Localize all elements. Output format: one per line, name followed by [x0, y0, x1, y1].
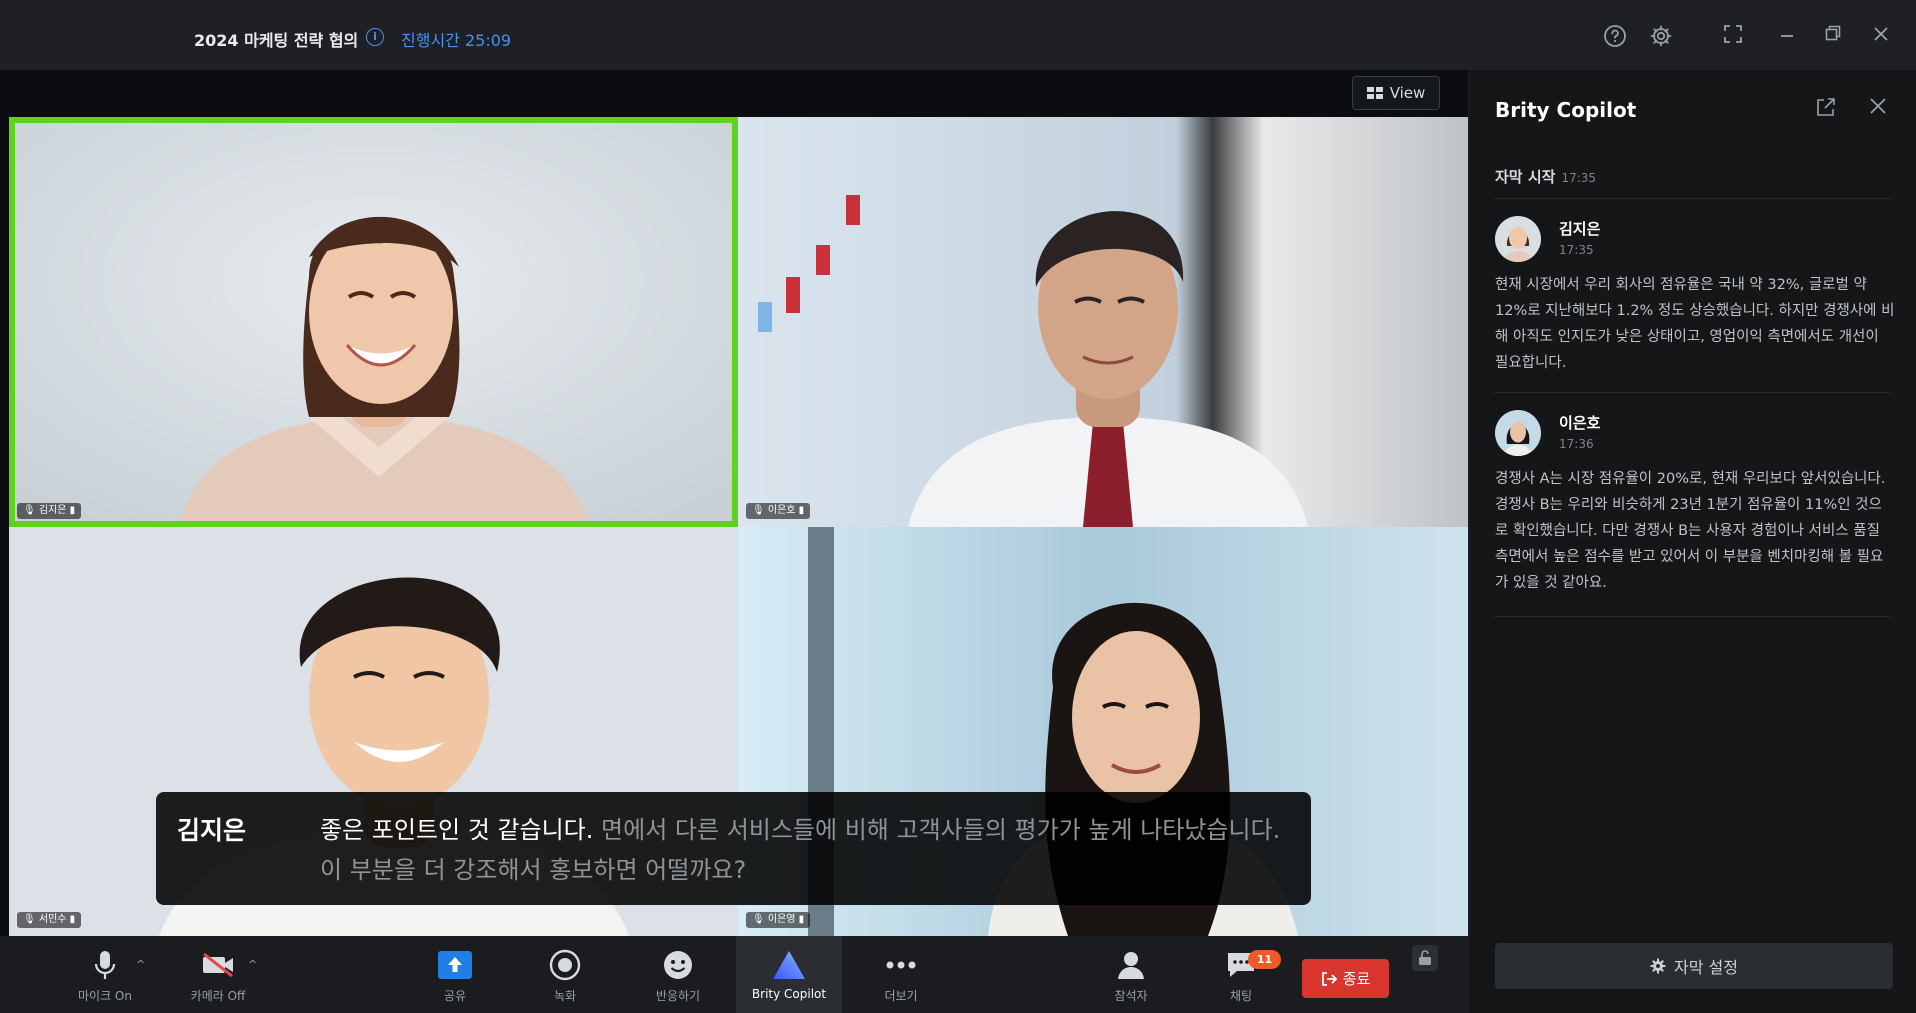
divider: [1495, 198, 1890, 199]
reaction-button[interactable]: 반응하기: [640, 936, 716, 1013]
chat-label: 채팅: [1229, 989, 1253, 1003]
person-icon: [1118, 952, 1144, 979]
participant-tag-4: 🎙 이은영 ▮: [746, 912, 811, 928]
participant-tag-1: 🎙 김지은 ▮: [17, 503, 82, 519]
more-label: 더보기: [884, 989, 918, 1003]
minimize-icon[interactable]: [1774, 24, 1800, 50]
meeting-title: 2024 마케팅 전략 협의: [194, 31, 359, 50]
participant-video-1: [9, 117, 738, 527]
end-meeting-label: 종료: [1342, 970, 1371, 988]
camera-options-caret-icon[interactable]: ^: [248, 958, 257, 971]
message-author: 이은호: [1559, 414, 1601, 432]
microphone-icon: [94, 951, 116, 979]
message-text: 경쟁사 A는 시장 점유율이 20%로, 현재 우리보다 앞서있습니다. 경쟁사…: [1495, 471, 1886, 591]
unlock-icon: [1419, 950, 1431, 965]
mic-options-caret-icon[interactable]: ^: [136, 958, 145, 971]
live-caption-overlay: 김지은 좋은 포인트인 것 같습니다. 면에서 다른 서비스들에 비해 고객사들…: [156, 792, 1311, 905]
share-label: 공유: [443, 989, 467, 1003]
participant-video-2: [738, 117, 1468, 527]
message-author: 김지은: [1559, 220, 1601, 238]
grid-layout-icon: [1366, 87, 1383, 99]
chat-unread-badge: 11: [1248, 950, 1281, 969]
video-tile-2[interactable]: 🎙 이은호 ▮: [738, 117, 1468, 527]
subtitle-start: 자막 시작 17:35: [1495, 166, 1596, 187]
mic-button[interactable]: 마이크 On: [70, 936, 140, 1013]
share-button[interactable]: 공유: [420, 936, 490, 1013]
help-icon[interactable]: [1602, 24, 1628, 50]
mic-label: 마이크 On: [78, 989, 132, 1003]
more-dots-icon: [886, 961, 916, 969]
brity-copilot-button[interactable]: Brity Copilot: [736, 936, 842, 1013]
copilot-logo-icon: [773, 951, 805, 979]
settings-icon[interactable]: [1648, 24, 1674, 50]
share-screen-icon: [438, 951, 472, 979]
caption-text: 좋은 포인트인 것 같습니다. 면에서 다른 서비스들에 비해 고객사들의 평가…: [320, 810, 1290, 890]
fullscreen-icon[interactable]: [1720, 24, 1746, 50]
stage-header: [9, 70, 1468, 117]
chat-button[interactable]: 채팅: [1206, 936, 1276, 1013]
camera-button[interactable]: 카메라 Off: [178, 936, 258, 1013]
caption-speaker: 김지은: [177, 816, 247, 845]
avatar: [1495, 410, 1541, 456]
avatar: [1495, 216, 1541, 262]
subtitle-start-label: 자막 시작: [1495, 168, 1556, 186]
subtitle-settings-label: 자막 설정: [1674, 958, 1738, 977]
message-time: 17:36: [1559, 437, 1594, 451]
caption-current: 좋은 포인트인 것 같습니다.: [320, 816, 594, 844]
video-tile-1[interactable]: 🎙 김지은 ▮: [9, 117, 738, 527]
close-panel-icon[interactable]: [1865, 96, 1891, 122]
record-icon: [549, 949, 581, 981]
open-external-icon[interactable]: [1815, 96, 1841, 122]
subtitle-start-time: 17:35: [1561, 171, 1597, 185]
participant-tag-2: 🎙 이은호 ▮: [746, 503, 811, 519]
lock-meeting-button[interactable]: [1412, 945, 1438, 971]
gear-icon: [1650, 958, 1666, 974]
participants-label: 참석자: [1114, 989, 1148, 1003]
copilot-label: Brity Copilot: [751, 987, 827, 1001]
camera-off-icon: [203, 952, 233, 978]
participants-button[interactable]: 참석자: [1096, 936, 1166, 1013]
end-meeting-button[interactable]: 종료: [1302, 959, 1389, 998]
view-layout-label: View: [1389, 84, 1426, 102]
divider: [1495, 392, 1890, 393]
info-icon[interactable]: i: [366, 28, 384, 46]
record-button[interactable]: 녹화: [530, 936, 600, 1013]
elapsed-time: 진행시간 25:09: [401, 31, 512, 50]
participant-tag-3: 🎙 서민수 ▮: [17, 912, 82, 928]
close-window-icon[interactable]: [1868, 24, 1894, 50]
smiley-icon: [664, 951, 692, 979]
reaction-label: 반응하기: [655, 989, 701, 1003]
title-bar: 2024 마케팅 전략 협의 i 진행시간 25:09: [0, 0, 1916, 70]
meeting-toolbar: 마이크 On ^ 카메라 Off ^ 공유 녹화 반응하기 Brity Copi…: [0, 936, 1468, 1013]
divider: [1495, 616, 1890, 617]
record-label: 녹화: [553, 989, 577, 1003]
camera-label: 카메라 Off: [190, 989, 246, 1003]
more-button[interactable]: 더보기: [866, 936, 936, 1013]
exit-icon: [1321, 971, 1337, 986]
view-layout-button[interactable]: View: [1352, 76, 1440, 110]
subtitle-settings-button[interactable]: 자막 설정: [1495, 943, 1893, 989]
message-text: 현재 시장에서 우리 회사의 점유율은 국내 약 32%, 글로벌 약 12%로…: [1495, 277, 1895, 371]
panel-title: Brity Copilot: [1495, 98, 1637, 122]
restore-icon[interactable]: [1820, 24, 1846, 50]
message-time: 17:35: [1559, 243, 1594, 257]
copilot-panel: Brity Copilot 자막 시작 17:35 김지은 17:35 현재 시장…: [1468, 70, 1916, 1013]
